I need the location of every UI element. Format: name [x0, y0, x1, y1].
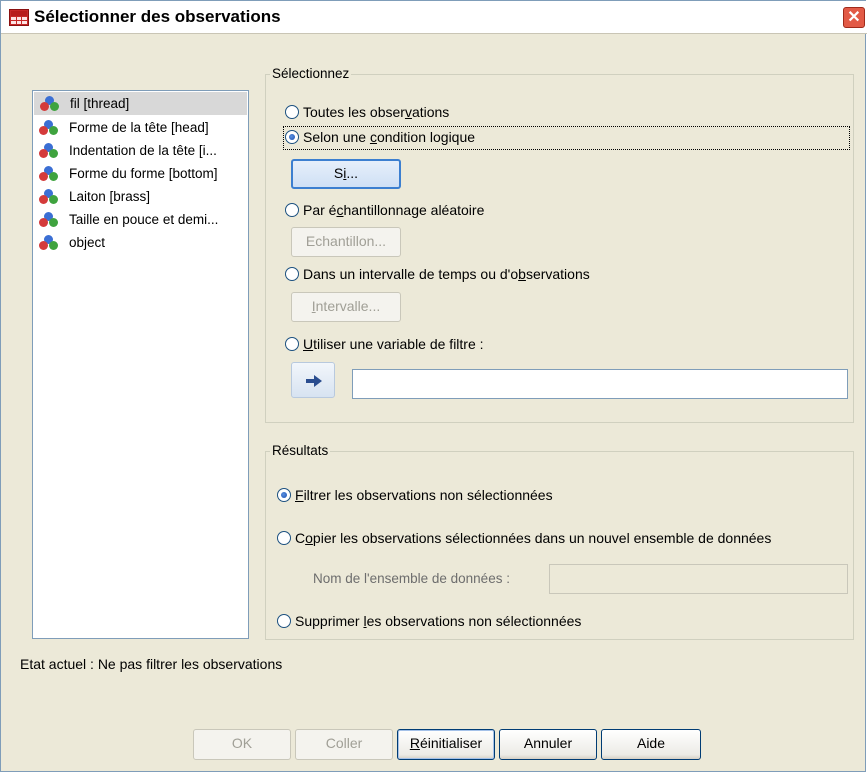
output-group-legend: Résultats — [270, 443, 331, 459]
dialog-title: Sélectionner des observations — [34, 7, 281, 26]
mnemonic-letter: F — [295, 487, 304, 503]
mnemonic-letter: v — [404, 104, 412, 120]
filter-unselected-radio[interactable]: Filtrer les observations non sélectionné… — [277, 485, 553, 505]
button-label-part: ... — [346, 165, 359, 181]
condition-radio[interactable]: Selon une condition logique — [285, 127, 475, 147]
button-label-part: éinitialiser — [419, 735, 483, 751]
radio-icon — [285, 105, 299, 120]
select-group-legend: Sélectionnez — [270, 66, 352, 82]
variable-item[interactable]: Taille en pouce et demi... — [33, 208, 248, 231]
nominal-variable-icon — [39, 235, 59, 251]
variable-item[interactable]: Indentation de la tête [i... — [33, 139, 248, 162]
range-radio[interactable]: Dans un intervalle de temps ou d'observa… — [285, 264, 590, 284]
radio-checked-icon — [277, 488, 291, 503]
radio-icon — [285, 203, 299, 218]
button-label-part: S — [333, 165, 344, 181]
radio-label-part: tiliser une variable de filtre : — [313, 336, 484, 352]
range-button[interactable]: Intervalle... — [291, 292, 401, 322]
data-editor-icon — [9, 9, 29, 26]
radio-label-part: C — [295, 530, 306, 546]
close-button[interactable]: ✕ — [843, 7, 865, 28]
nominal-variable-icon — [39, 189, 59, 205]
nominal-variable-icon — [39, 166, 59, 182]
radio-label-part: Supprimer — [295, 613, 364, 629]
variable-item[interactable]: fil [thread] — [34, 92, 247, 115]
radio-icon — [285, 337, 299, 352]
select-cases-dialog: Sélectionner des observations ✕ fil [thr… — [0, 0, 867, 772]
if-button[interactable]: Si... — [291, 159, 401, 189]
radio-label-part: iltrer les observations non sélectionnée… — [303, 487, 553, 503]
radio-label-part: pier les observations sélectionnées dans… — [312, 530, 772, 546]
reset-button[interactable]: Réinitialiser — [397, 729, 495, 760]
radio-label-part: Par é — [303, 202, 337, 218]
radio-icon — [285, 267, 299, 282]
sample-button[interactable]: Echantillon... — [291, 227, 401, 257]
all-cases-radio[interactable]: Toutes les observations — [285, 102, 449, 122]
nominal-variable-icon — [40, 96, 60, 112]
variable-label: object — [69, 235, 106, 250]
variable-label: Indentation de la tête [i... — [69, 143, 217, 158]
nominal-variable-icon — [39, 212, 59, 228]
radio-label-part: ondition logique — [376, 129, 476, 145]
radio-label-part: ations — [411, 104, 450, 120]
mnemonic-letter: c — [369, 129, 377, 145]
radio-checked-icon — [285, 130, 299, 145]
current-status-text: Etat actuel : Ne pas filtrer les observa… — [20, 656, 283, 672]
variable-item[interactable]: Laiton [brass] — [33, 185, 248, 208]
variable-label: Forme de la tête [head] — [69, 120, 209, 135]
random-sample-radio[interactable]: Par échantillonnage aléatoire — [285, 200, 484, 220]
title-bar[interactable]: Sélectionner des observations ✕ — [1, 1, 867, 34]
right-arrow-icon — [306, 375, 322, 387]
delete-unselected-radio[interactable]: Supprimer les observations non sélection… — [277, 611, 581, 631]
radio-label-part: es observations non sélectionnées — [366, 613, 582, 629]
button-label-part: ntervalle... — [315, 298, 381, 314]
radio-label-part: servations — [525, 266, 590, 282]
move-variable-button[interactable] — [291, 362, 335, 398]
help-button[interactable]: Aide — [601, 729, 701, 760]
filter-variable-radio[interactable]: Utiliser une variable de filtre : — [285, 334, 484, 354]
close-icon: ✕ — [847, 9, 861, 26]
mnemonic-letter: b — [518, 266, 526, 282]
copy-to-dataset-radio[interactable]: Copier les observations sélectionnées da… — [277, 528, 771, 548]
variable-label: Forme du forme [bottom] — [69, 166, 218, 181]
nominal-variable-icon — [39, 143, 59, 159]
variable-list[interactable]: fil [thread] Forme de la tête [head] Ind… — [32, 90, 249, 639]
cancel-button[interactable]: Annuler — [499, 729, 597, 760]
variable-item[interactable]: Forme de la tête [head] — [33, 116, 248, 139]
variable-item[interactable]: object — [33, 231, 248, 254]
radio-label-part: Dans un intervalle de temps ou d'o — [303, 266, 519, 282]
mnemonic-letter: R — [409, 735, 420, 751]
radio-label-part: Toutes les obser — [303, 104, 405, 120]
variable-label: Taille en pouce et demi... — [69, 212, 219, 227]
variable-label: Laiton [brass] — [69, 189, 151, 204]
dataset-name-label: Nom de l'ensemble de données : — [313, 571, 510, 586]
variable-label: fil [thread] — [70, 96, 130, 111]
radio-icon — [277, 614, 291, 629]
radio-icon — [277, 531, 291, 546]
mnemonic-letter: U — [303, 336, 314, 352]
variable-item[interactable]: Forme du forme [bottom] — [33, 162, 248, 185]
mnemonic-letter: o — [305, 530, 313, 546]
radio-label-part: Selon une — [303, 129, 370, 145]
dataset-name-field[interactable] — [549, 564, 848, 594]
paste-button[interactable]: Coller — [295, 729, 393, 760]
nominal-variable-icon — [39, 120, 59, 136]
filter-variable-field[interactable] — [352, 369, 848, 399]
ok-button[interactable]: OK — [193, 729, 291, 760]
radio-label-part: hantillonnage aléatoire — [343, 202, 485, 218]
